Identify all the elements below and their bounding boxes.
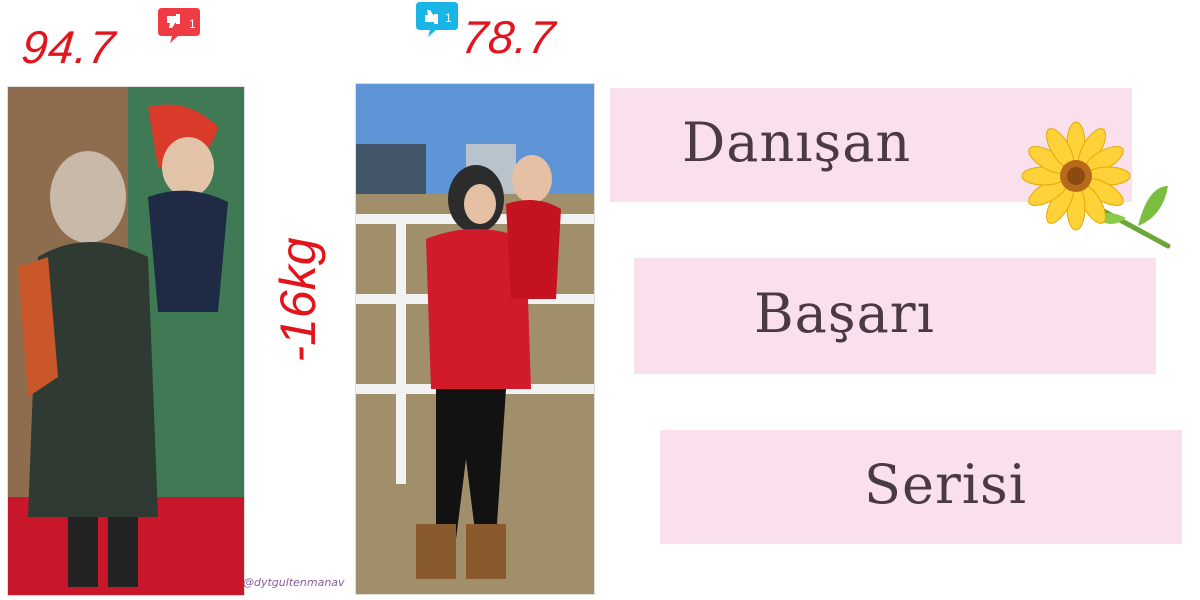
title-line-2: Başarı xyxy=(754,281,935,345)
after-photo-illustration xyxy=(356,84,594,594)
thumbs-down-icon: 1 xyxy=(158,8,200,43)
sunflower-icon xyxy=(1021,121,1171,249)
weight-after-label: 78.7 xyxy=(459,11,559,63)
watermark-handle: @dytgultenmanav xyxy=(243,576,345,589)
dislike-count: 1 xyxy=(189,17,196,31)
thumbs-up-icon: 1 xyxy=(416,2,458,37)
like-count: 1 xyxy=(445,11,452,25)
before-photo-illustration xyxy=(8,87,244,595)
weight-loss-label: -16kg xyxy=(270,237,326,363)
weight-before-label: 94.7 xyxy=(19,21,119,73)
title-line-1: Danışan xyxy=(682,110,912,174)
title-box-2: Başarı xyxy=(634,258,1156,374)
before-photo xyxy=(7,86,245,596)
title-box-3: Serisi xyxy=(660,430,1182,544)
after-photo xyxy=(355,83,595,595)
title-line-3: Serisi xyxy=(864,452,1028,516)
